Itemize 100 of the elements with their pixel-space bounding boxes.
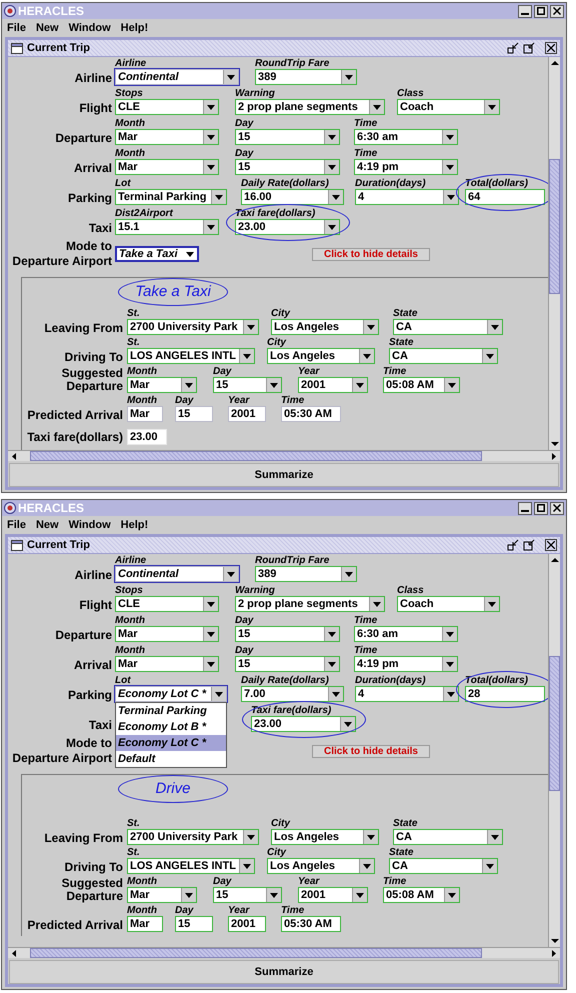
combo-box[interactable]: Terminal Parking — [115, 189, 227, 205]
combo-box[interactable]: 15 — [213, 887, 282, 903]
close-button[interactable] — [550, 502, 564, 514]
horizontal-scrollbar[interactable] — [8, 947, 560, 958]
combo-box[interactable]: Mar — [115, 159, 219, 175]
menu-item[interactable]: Help! — [120, 20, 148, 36]
scrollbar-thumb[interactable] — [30, 451, 482, 461]
hide-details-button[interactable]: Click to hide details — [312, 248, 430, 260]
caret-icon — [447, 692, 455, 696]
hide-details-button[interactable]: Click to hide details — [312, 744, 430, 758]
combo-box[interactable]: 15 — [235, 656, 340, 672]
close-button[interactable] — [550, 4, 564, 18]
field-caption: Day — [213, 877, 232, 887]
combo-box[interactable]: 4:19 pm — [354, 656, 458, 672]
text-field[interactable]: 05:30 AM — [281, 916, 341, 932]
combo-box[interactable]: 2001 — [298, 887, 368, 903]
menu-item[interactable]: Help! — [120, 516, 148, 534]
dropdown-option[interactable]: Economy Lot C * — [116, 735, 226, 751]
combo-box[interactable]: Los Angeles — [271, 829, 379, 845]
combo-box[interactable]: Mar — [115, 129, 219, 145]
menu-item[interactable]: File — [7, 20, 26, 36]
combo-box[interactable]: 15 — [235, 129, 340, 145]
text-field[interactable]: Mar — [127, 916, 163, 932]
text-field[interactable]: 2001 — [228, 916, 266, 932]
text-field[interactable]: 23.00 — [127, 429, 167, 445]
text-field[interactable]: Mar — [127, 406, 163, 422]
combo-box[interactable]: Continental — [115, 69, 239, 85]
combo-box[interactable]: LOS ANGELES INTL — [127, 858, 255, 874]
scrollbar-thumb[interactable] — [549, 159, 560, 294]
combo-box[interactable]: 4 — [355, 686, 459, 702]
vertical-scrollbar[interactable] — [548, 554, 560, 947]
combo-box[interactable]: 2001 — [298, 377, 368, 393]
combo-box[interactable]: 2 prop plane segments — [235, 99, 385, 115]
combo-box[interactable]: 05:08 AM — [383, 377, 460, 393]
combo-box[interactable]: 16.00 — [241, 189, 344, 205]
maximize-button[interactable] — [534, 502, 548, 514]
caret-icon — [207, 602, 215, 606]
combo-box[interactable]: Mar — [127, 377, 197, 393]
combo-box[interactable]: Mar — [115, 656, 219, 672]
caret-icon — [207, 134, 215, 140]
row-label: Departure — [54, 132, 112, 145]
menu-item[interactable]: File — [7, 516, 26, 534]
scrollbar-thumb[interactable] — [30, 948, 482, 958]
vertical-scrollbar[interactable] — [548, 57, 560, 450]
combo-box[interactable]: 2700 University Park — [127, 319, 259, 335]
combo-box[interactable]: 4 — [355, 189, 459, 205]
combo-box[interactable]: Continental — [115, 566, 239, 582]
combo-box[interactable]: Los Angeles — [267, 348, 375, 364]
minimize-button[interactable] — [518, 502, 532, 514]
combo-box[interactable]: CA — [393, 319, 503, 335]
combo-box[interactable]: 05:08 AM — [383, 887, 460, 903]
combo-box[interactable]: 6:30 am — [354, 626, 458, 642]
combo-box[interactable]: CA — [393, 829, 503, 845]
row-label: Taxi fare(dollars) — [26, 429, 123, 446]
combo-box[interactable]: Los Angeles — [271, 319, 379, 335]
combo-box[interactable]: Mar — [127, 887, 197, 903]
row-label: Departure — [54, 629, 112, 642]
combo-box[interactable]: CA — [389, 858, 498, 874]
combo-box[interactable]: Coach — [397, 99, 500, 115]
horizontal-scrollbar[interactable] — [8, 450, 560, 461]
combo-box[interactable]: Take a Taxi — [115, 246, 199, 262]
menu-item[interactable]: Window — [68, 516, 111, 534]
combo-box[interactable]: CLE — [115, 99, 219, 115]
text-field[interactable]: 64 — [465, 189, 545, 205]
combo-box[interactable]: CA — [389, 348, 498, 364]
text-field[interactable]: 15 — [175, 406, 213, 422]
caret-icon — [185, 382, 193, 388]
combo-box[interactable]: 7.00 — [241, 686, 344, 702]
combo-box[interactable]: 15 — [213, 377, 282, 393]
combo-box[interactable]: Mar — [115, 626, 219, 642]
combo-box[interactable]: 23.00 — [235, 219, 340, 235]
scrollbar-thumb[interactable] — [549, 656, 560, 791]
minimize-button[interactable] — [518, 4, 532, 18]
combo-box[interactable]: 2 prop plane segments — [235, 596, 385, 612]
text-field[interactable]: 15 — [175, 916, 213, 932]
combo-box[interactable]: Coach — [397, 596, 500, 612]
maximize-button[interactable] — [534, 4, 548, 18]
combo-box[interactable]: 15 — [235, 626, 340, 642]
text-field[interactable]: 28 — [465, 686, 545, 702]
combo-box[interactable]: 15.1 — [115, 219, 219, 235]
combo-box[interactable]: 6:30 am — [354, 129, 458, 145]
close-frame-button[interactable] — [545, 539, 557, 551]
combo-box[interactable]: LOS ANGELES INTL — [127, 348, 255, 364]
combo-box[interactable]: Economy Lot C * — [115, 686, 227, 702]
summarize-button[interactable]: Summarize — [9, 960, 559, 984]
menu-item[interactable]: New — [36, 20, 59, 36]
text-field[interactable]: 2001 — [228, 406, 266, 422]
combo-box[interactable]: 389 — [255, 69, 357, 85]
menu-item[interactable]: New — [36, 516, 59, 534]
combo-box[interactable]: Los Angeles — [267, 858, 375, 874]
combo-box[interactable]: 2700 University Park — [127, 829, 259, 845]
text-field[interactable]: 05:30 AM — [281, 406, 341, 422]
menu-item[interactable]: Window — [68, 20, 111, 36]
combo-box[interactable]: CLE — [115, 596, 219, 612]
close-frame-button[interactable] — [545, 42, 557, 54]
summarize-button[interactable]: Summarize — [9, 463, 559, 487]
combo-box[interactable]: 23.00 — [251, 716, 356, 732]
combo-box[interactable]: 389 — [255, 566, 357, 582]
combo-box[interactable]: 4:19 pm — [354, 159, 458, 175]
combo-box[interactable]: 15 — [235, 159, 340, 175]
